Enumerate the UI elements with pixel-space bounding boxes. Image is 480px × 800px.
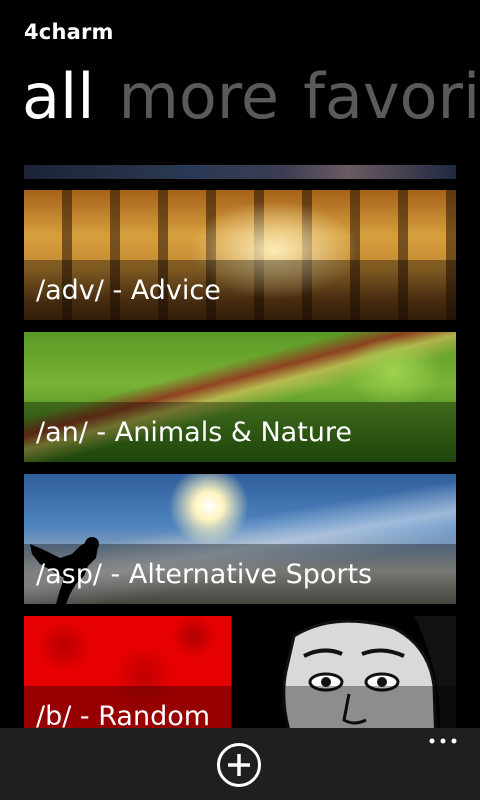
ellipsis-icon[interactable] bbox=[428, 734, 458, 748]
board-tile-label: /adv/ - Advice bbox=[36, 275, 221, 306]
board-tile-an[interactable]: /an/ - Animals & Nature bbox=[24, 332, 456, 462]
pivot-tab-favorites[interactable]: favorit bbox=[303, 60, 480, 133]
pivot-header: allmore favorit bbox=[22, 54, 480, 140]
board-tile-image bbox=[24, 165, 456, 179]
board-tile-asp[interactable]: /asp/ - Alternative Sports bbox=[24, 474, 456, 604]
add-circle-icon[interactable] bbox=[216, 742, 262, 788]
board-tile-b[interactable]: /b/ - Random bbox=[24, 616, 456, 728]
board-list[interactable]: /adv/ - Advice /an/ - Animals & Nature /… bbox=[24, 165, 456, 728]
board-tile-label: /b/ - Random bbox=[36, 701, 211, 728]
board-tile-adv[interactable]: /adv/ - Advice bbox=[24, 190, 456, 320]
board-tile-partial[interactable] bbox=[24, 165, 456, 179]
pivot-tab-more[interactable]: more bbox=[118, 60, 279, 133]
app-bar bbox=[0, 728, 480, 800]
board-tile-label: /an/ - Animals & Nature bbox=[36, 417, 353, 448]
pivot-tab-all[interactable]: all bbox=[22, 60, 94, 133]
app-title: 4charm bbox=[24, 20, 114, 44]
board-tile-label: /asp/ - Alternative Sports bbox=[36, 559, 373, 590]
